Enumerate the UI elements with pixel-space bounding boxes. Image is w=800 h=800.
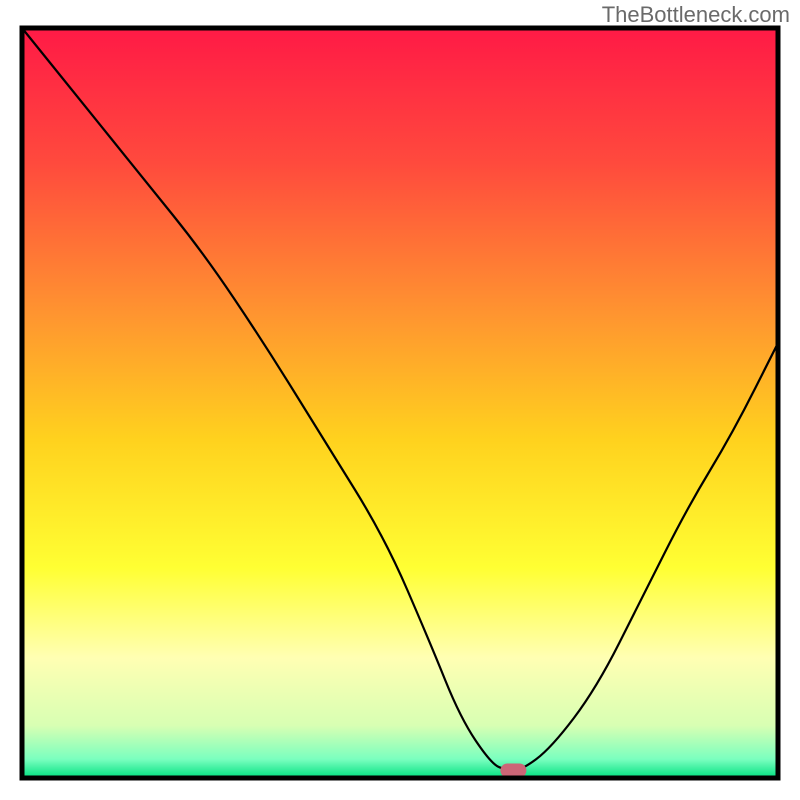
bottleneck-chart: TheBottleneck.com — [0, 0, 800, 800]
plot-background — [22, 28, 778, 778]
watermark-label: TheBottleneck.com — [602, 2, 790, 28]
optimum-marker — [500, 764, 526, 778]
chart-svg — [0, 0, 800, 800]
